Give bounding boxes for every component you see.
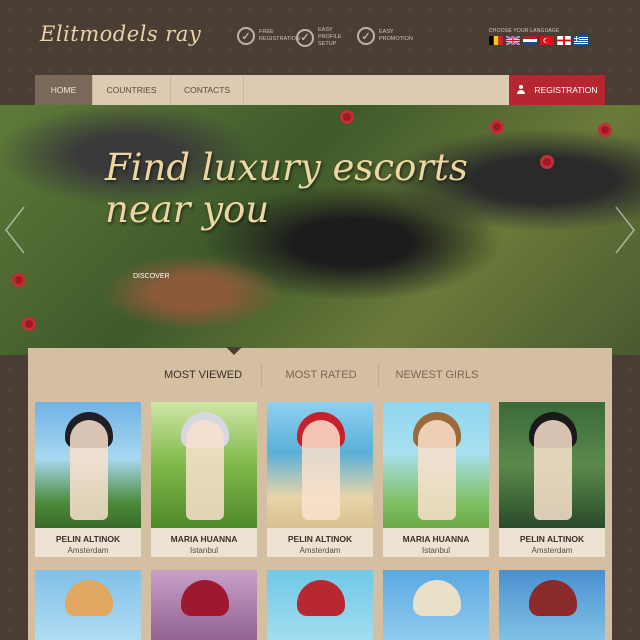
flag-turkey-icon[interactable] xyxy=(540,36,554,45)
profile-photo xyxy=(499,402,605,528)
feature-label-line1: EASY xyxy=(379,29,394,35)
user-icon xyxy=(516,85,526,95)
rose-decoration xyxy=(490,120,504,134)
site-logo[interactable]: Elitmodels ray xyxy=(40,22,201,46)
language-flags xyxy=(489,36,588,45)
registration-label: REGISTRATION xyxy=(534,85,598,95)
figure-hair xyxy=(181,580,229,616)
figure-body xyxy=(70,420,108,520)
registration-button[interactable]: REGISTRATION xyxy=(509,75,605,105)
profile-city: Istanbul xyxy=(421,546,451,555)
profile-tabs: MOST VIEWED MOST RATED NEWEST GIRLS xyxy=(28,361,612,389)
check-circle-icon: ✓ xyxy=(357,27,375,45)
feature-label-line1: EASY xyxy=(318,27,333,33)
profile-card[interactable] xyxy=(267,570,373,640)
profile-card[interactable]: PELIN ALTINOK Amsterdam xyxy=(267,402,373,557)
profile-card[interactable] xyxy=(151,570,257,640)
profile-card[interactable] xyxy=(383,570,489,640)
profile-card[interactable]: MARIA HUANNA Istanbul xyxy=(151,402,257,557)
profile-card[interactable]: PELIN ALTINOK Amsterdam xyxy=(35,402,141,557)
panel-notch xyxy=(226,347,242,355)
profile-name: PELIN ALTINOK xyxy=(519,534,585,544)
figure-hair xyxy=(297,580,345,616)
rose-decoration xyxy=(340,110,354,124)
flag-uk-icon[interactable] xyxy=(506,36,520,45)
profile-name: MARIA HUANNA xyxy=(170,534,238,544)
feature-easy-promotion: ✓ EASY PROMOTION xyxy=(357,27,421,45)
figure-body xyxy=(534,420,572,520)
profile-name: PELIN ALTINOK xyxy=(55,534,121,544)
tab-divider xyxy=(261,363,262,387)
flag-netherlands-icon[interactable] xyxy=(523,36,537,45)
figure-body xyxy=(302,420,340,520)
profile-name: MARIA HUANNA xyxy=(402,534,470,544)
tab-most-rated[interactable]: MOST RATED xyxy=(266,361,376,389)
hero-title: Find luxury escorts near you xyxy=(105,146,468,231)
profile-photo xyxy=(383,402,489,528)
profile-photo xyxy=(267,402,373,528)
figure-hair xyxy=(65,580,113,616)
profile-city: Amsterdam xyxy=(299,546,341,555)
profile-photo xyxy=(151,570,257,640)
figure-hair xyxy=(529,580,577,616)
language-label: CHOOSE YOUR LANGUAGE xyxy=(489,28,560,34)
main-nav: HOME COUNTRIES CONTACTS REGISTRATION xyxy=(35,75,605,105)
check-circle-icon: ✓ xyxy=(237,27,255,45)
nav-home[interactable]: HOME xyxy=(35,75,93,105)
feature-label-line2: REGISTRATION xyxy=(259,36,300,42)
flag-greece-icon[interactable] xyxy=(574,36,588,45)
slider-next-arrow-icon[interactable] xyxy=(612,205,638,255)
figure-body xyxy=(418,420,456,520)
flag-georgia-icon[interactable] xyxy=(557,36,571,45)
nav-countries[interactable]: COUNTRIES xyxy=(93,75,171,105)
profile-city: Amsterdam xyxy=(531,546,573,555)
profile-card[interactable] xyxy=(499,570,605,640)
figure-body xyxy=(186,420,224,520)
rose-decoration xyxy=(22,317,36,331)
profile-card[interactable]: PELIN ALTINOK Amsterdam xyxy=(499,402,605,557)
profile-city: Istanbul xyxy=(189,546,219,555)
feature-free-registration: ✓ FREE REGISTRATION xyxy=(237,27,301,45)
rose-decoration xyxy=(540,155,554,169)
slider-prev-arrow-icon[interactable] xyxy=(2,205,28,255)
rose-decoration xyxy=(12,273,26,287)
tab-most-viewed[interactable]: MOST VIEWED xyxy=(148,361,258,389)
profile-photo xyxy=(35,570,141,640)
profiles-panel: MOST VIEWED MOST RATED NEWEST GIRLS PELI… xyxy=(28,347,612,640)
feature-label-line1: FREE xyxy=(259,29,274,35)
discover-link[interactable]: DISCOVER xyxy=(133,273,170,280)
profile-photo xyxy=(267,570,373,640)
hero-banner: Find luxury escorts near you DISCOVER xyxy=(0,105,640,355)
profile-name: PELIN ALTINOK xyxy=(287,534,353,544)
feature-easy-profile-setup: ✓ EASY PROFILE SETUP xyxy=(296,27,360,48)
profile-card[interactable]: MARIA HUANNA Istanbul xyxy=(383,402,489,557)
feature-label-line2: PROFILE SETUP xyxy=(318,34,342,47)
profile-photo xyxy=(499,570,605,640)
figure-hair xyxy=(413,580,461,616)
profile-photo xyxy=(151,402,257,528)
tab-divider xyxy=(378,363,379,387)
profile-photo xyxy=(35,402,141,528)
site-header: Elitmodels ray ✓ FREE REGISTRATION ✓ EASY… xyxy=(0,0,640,75)
profile-card[interactable] xyxy=(35,570,141,640)
profile-photo xyxy=(383,570,489,640)
flag-belgium-icon[interactable] xyxy=(489,36,503,45)
check-circle-icon: ✓ xyxy=(296,28,314,47)
tab-newest-girls[interactable]: NEWEST GIRLS xyxy=(382,361,492,389)
profile-city: Amsterdam xyxy=(67,546,109,555)
rose-decoration xyxy=(598,123,612,137)
feature-label-line2: PROMOTION xyxy=(379,36,413,42)
nav-contacts[interactable]: CONTACTS xyxy=(171,75,244,105)
